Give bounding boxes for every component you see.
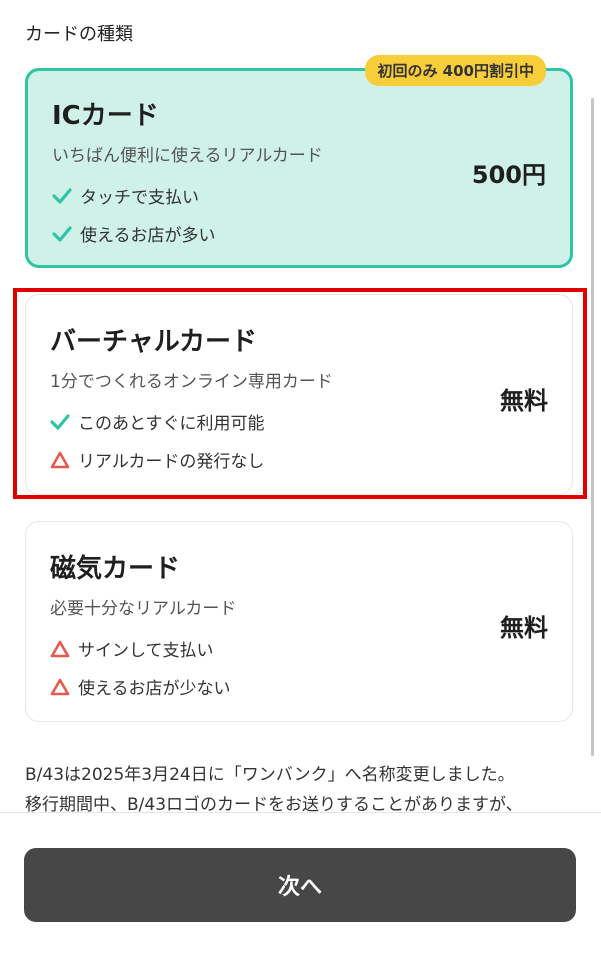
card-title: ICカード [52,101,159,131]
discount-badge: 初回のみ 400円割引中 [365,55,546,86]
notice-line: B/43は2025年3月24日に「ワンバンク」へ名称変更しました。 [25,765,515,785]
feature-text: 使えるお店が多い [80,226,216,246]
card-description: いちばん便利に使えるリアルカード [52,146,323,166]
next-button[interactable]: 次へ [24,848,576,922]
feature-text: サインして支払い [78,641,214,661]
card-price: 無料 [500,614,548,642]
section-title: カードの種類 [25,24,133,45]
notice-line: 移行期間中、B/43ロゴのカードをお送りすることがありますが、 [25,795,523,812]
scrollbar[interactable] [591,98,594,756]
card-title: 磁気カード [50,554,181,584]
feature-text: 使えるお店が少ない [78,679,231,699]
warning-triangle-icon [50,678,70,696]
feature-item: サインして支払い [50,636,214,661]
feature-item: タッチで支払い [52,183,199,208]
rename-notice: B/43は2025年3月24日に「ワンバンク」へ名称変更しました。 移行期間中、… [25,760,575,812]
card-option-magnetic[interactable]: 磁気カード 必要十分なリアルカード サインして支払い 使えるお店が少ない 無料 [25,521,573,722]
feature-item: 使えるお店が多い [52,221,216,246]
warning-triangle-icon [50,640,70,658]
footer-divider [0,812,601,813]
selection-highlight-frame [13,288,587,499]
card-description: 必要十分なリアルカード [50,599,237,619]
feature-item: 使えるお店が少ない [50,674,231,699]
check-icon [52,225,72,243]
check-icon [52,187,72,205]
card-option-ic[interactable]: 初回のみ 400円割引中 ICカード いちばん便利に使えるリアルカード タッチで… [25,55,573,268]
card-price: 500円 [471,161,546,189]
feature-text: タッチで支払い [80,188,199,208]
